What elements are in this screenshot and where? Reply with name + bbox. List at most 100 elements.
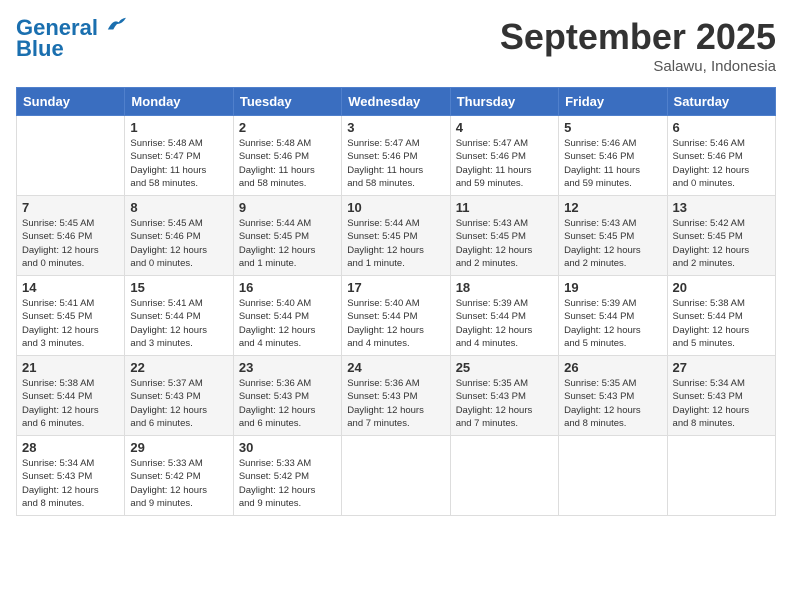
day-info: Sunrise: 5:42 AM Sunset: 5:45 PM Dayligh… [673,217,770,270]
day-info: Sunrise: 5:37 AM Sunset: 5:43 PM Dayligh… [130,377,227,430]
day-number: 13 [673,200,770,215]
calendar-cell: 11 Sunrise: 5:43 AM Sunset: 5:45 PM Dayli… [450,196,558,276]
calendar-cell: 6 Sunrise: 5:46 AM Sunset: 5:46 PM Daylig… [667,116,775,196]
calendar-cell: 5 Sunrise: 5:46 AM Sunset: 5:46 PM Daylig… [559,116,667,196]
calendar-cell: 26 Sunrise: 5:35 AM Sunset: 5:43 PM Dayli… [559,356,667,436]
day-number: 2 [239,120,336,135]
calendar-cell: 17Sunrise: 5:40 AM Sunset: 5:44 PM Dayli… [342,276,450,356]
day-number: 12 [564,200,661,215]
calendar-cell: 18Sunrise: 5:39 AM Sunset: 5:44 PM Dayli… [450,276,558,356]
day-number: 9 [239,200,336,215]
day-number: 24 [347,360,444,375]
calendar-cell [342,436,450,516]
calendar-cell: 14Sunrise: 5:41 AM Sunset: 5:45 PM Dayli… [17,276,125,356]
day-info: Sunrise: 5:39 AM Sunset: 5:44 PM Dayligh… [564,297,661,350]
day-number: 5 [564,120,661,135]
day-info: Sunrise: 5:48 AM Sunset: 5:47 PM Dayligh… [130,137,227,190]
day-number: 30 [239,440,336,455]
page-header: General Blue September 2025 Salawu, Indo… [16,16,776,75]
calendar-cell: 27Sunrise: 5:34 AM Sunset: 5:43 PM Dayli… [667,356,775,436]
day-info: Sunrise: 5:35 AM Sunset: 5:43 PM Dayligh… [564,377,661,430]
calendar-cell: 8 Sunrise: 5:45 AM Sunset: 5:46 PM Daylig… [125,196,233,276]
calendar-cell: 13 Sunrise: 5:42 AM Sunset: 5:45 PM Dayli… [667,196,775,276]
day-number: 29 [130,440,227,455]
calendar-week-3: 14Sunrise: 5:41 AM Sunset: 5:45 PM Dayli… [17,276,776,356]
calendar-cell [450,436,558,516]
day-number: 3 [347,120,444,135]
day-number: 1 [130,120,227,135]
calendar-cell: 29Sunrise: 5:33 AM Sunset: 5:42 PM Dayli… [125,436,233,516]
day-info: Sunrise: 5:48 AM Sunset: 5:46 PM Dayligh… [239,137,336,190]
day-info: Sunrise: 5:46 AM Sunset: 5:46 PM Dayligh… [673,137,770,190]
day-number: 25 [456,360,553,375]
title-block: September 2025 Salawu, Indonesia [500,16,776,75]
calendar-cell: 3 Sunrise: 5:47 AM Sunset: 5:46 PM Daylig… [342,116,450,196]
day-number: 6 [673,120,770,135]
logo: General Blue [16,16,126,62]
day-number: 23 [239,360,336,375]
calendar-cell: 2 Sunrise: 5:48 AM Sunset: 5:46 PM Daylig… [233,116,341,196]
calendar-table: SundayMondayTuesdayWednesdayThursdayFrid… [16,87,776,516]
day-info: Sunrise: 5:45 AM Sunset: 5:46 PM Dayligh… [130,217,227,270]
day-info: Sunrise: 5:47 AM Sunset: 5:46 PM Dayligh… [347,137,444,190]
header-day-friday: Friday [559,88,667,116]
location-subtitle: Salawu, Indonesia [500,58,776,75]
calendar-cell: 24Sunrise: 5:36 AM Sunset: 5:43 PM Dayli… [342,356,450,436]
day-number: 15 [130,280,227,295]
day-info: Sunrise: 5:38 AM Sunset: 5:44 PM Dayligh… [22,377,119,430]
day-info: Sunrise: 5:39 AM Sunset: 5:44 PM Dayligh… [456,297,553,350]
day-info: Sunrise: 5:34 AM Sunset: 5:43 PM Dayligh… [673,377,770,430]
day-info: Sunrise: 5:40 AM Sunset: 5:44 PM Dayligh… [239,297,336,350]
logo-bird-icon [106,15,126,35]
calendar-cell: 12 Sunrise: 5:43 AM Sunset: 5:45 PM Dayli… [559,196,667,276]
day-info: Sunrise: 5:33 AM Sunset: 5:42 PM Dayligh… [239,457,336,510]
day-number: 8 [130,200,227,215]
header-day-saturday: Saturday [667,88,775,116]
calendar-cell: 23 Sunrise: 5:36 AM Sunset: 5:43 PM Dayli… [233,356,341,436]
day-number: 21 [22,360,119,375]
header-day-monday: Monday [125,88,233,116]
day-number: 11 [456,200,553,215]
day-number: 19 [564,280,661,295]
day-info: Sunrise: 5:41 AM Sunset: 5:44 PM Dayligh… [130,297,227,350]
calendar-week-2: 7 Sunrise: 5:45 AM Sunset: 5:46 PM Daylig… [17,196,776,276]
calendar-cell: 10 Sunrise: 5:44 AM Sunset: 5:45 PM Dayli… [342,196,450,276]
day-number: 16 [239,280,336,295]
calendar-cell: 4 Sunrise: 5:47 AM Sunset: 5:46 PM Daylig… [450,116,558,196]
day-number: 7 [22,200,119,215]
calendar-cell: 25 Sunrise: 5:35 AM Sunset: 5:43 PM Dayli… [450,356,558,436]
day-number: 22 [130,360,227,375]
calendar-cell: 21 Sunrise: 5:38 AM Sunset: 5:44 PM Dayli… [17,356,125,436]
day-info: Sunrise: 5:46 AM Sunset: 5:46 PM Dayligh… [564,137,661,190]
header-day-wednesday: Wednesday [342,88,450,116]
day-info: Sunrise: 5:44 AM Sunset: 5:45 PM Dayligh… [347,217,444,270]
day-info: Sunrise: 5:41 AM Sunset: 5:45 PM Dayligh… [22,297,119,350]
day-number: 26 [564,360,661,375]
calendar-cell: 7Sunrise: 5:45 AM Sunset: 5:46 PM Daylig… [17,196,125,276]
calendar-cell [667,436,775,516]
day-number: 28 [22,440,119,455]
calendar-cell: 15 Sunrise: 5:41 AM Sunset: 5:44 PM Dayli… [125,276,233,356]
calendar-cell: 30 Sunrise: 5:33 AM Sunset: 5:42 PM Dayli… [233,436,341,516]
day-info: Sunrise: 5:43 AM Sunset: 5:45 PM Dayligh… [456,217,553,270]
calendar-header-row: SundayMondayTuesdayWednesdayThursdayFrid… [17,88,776,116]
calendar-cell: 19 Sunrise: 5:39 AM Sunset: 5:44 PM Dayli… [559,276,667,356]
calendar-cell: 9Sunrise: 5:44 AM Sunset: 5:45 PM Daylig… [233,196,341,276]
month-title: September 2025 [500,16,776,58]
day-info: Sunrise: 5:35 AM Sunset: 5:43 PM Dayligh… [456,377,553,430]
calendar-cell: 1 Sunrise: 5:48 AM Sunset: 5:47 PM Daylig… [125,116,233,196]
day-info: Sunrise: 5:36 AM Sunset: 5:43 PM Dayligh… [239,377,336,430]
calendar-cell: 16 Sunrise: 5:40 AM Sunset: 5:44 PM Dayli… [233,276,341,356]
day-info: Sunrise: 5:40 AM Sunset: 5:44 PM Dayligh… [347,297,444,350]
day-info: Sunrise: 5:38 AM Sunset: 5:44 PM Dayligh… [673,297,770,350]
day-info: Sunrise: 5:43 AM Sunset: 5:45 PM Dayligh… [564,217,661,270]
day-info: Sunrise: 5:47 AM Sunset: 5:46 PM Dayligh… [456,137,553,190]
calendar-cell: 28Sunrise: 5:34 AM Sunset: 5:43 PM Dayli… [17,436,125,516]
calendar-week-1: 1 Sunrise: 5:48 AM Sunset: 5:47 PM Daylig… [17,116,776,196]
day-number: 4 [456,120,553,135]
header-day-thursday: Thursday [450,88,558,116]
day-number: 10 [347,200,444,215]
calendar-week-5: 28Sunrise: 5:34 AM Sunset: 5:43 PM Dayli… [17,436,776,516]
calendar-cell [17,116,125,196]
calendar-week-4: 21 Sunrise: 5:38 AM Sunset: 5:44 PM Dayli… [17,356,776,436]
